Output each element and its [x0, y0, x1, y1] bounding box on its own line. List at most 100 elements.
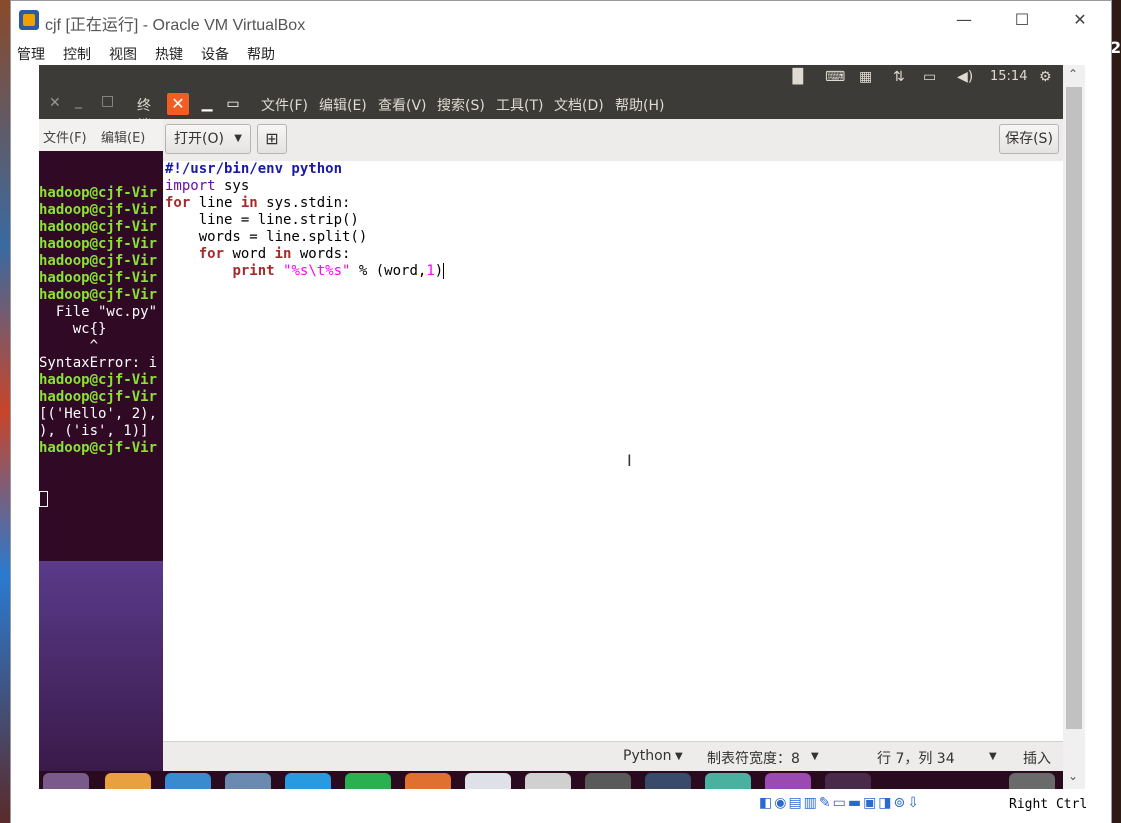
dock-icon-help[interactable] — [525, 773, 571, 789]
menu-view[interactable]: 视图 — [109, 44, 137, 64]
code-line-2: import sys — [165, 178, 250, 194]
menu-hotkeys[interactable]: 热键 — [155, 44, 183, 64]
gedit-menu-tools[interactable]: 工具(T) — [496, 95, 543, 115]
dock-icon-dash[interactable] — [43, 773, 89, 789]
dock-icon-impress[interactable] — [405, 773, 451, 789]
dock-icon-files[interactable] — [105, 773, 151, 789]
chevron-down-icon: ▼ — [234, 133, 242, 144]
network-icon[interactable]: ⇅ — [893, 69, 905, 85]
gedit-maximize-icon[interactable]: ▭ — [223, 94, 243, 114]
input-method-icon[interactable]: ▐▌ — [787, 69, 809, 85]
vertical-scrollbar[interactable]: ⌃ ⌄ — [1063, 65, 1085, 789]
gedit-statusbar: Python ▼ 制表符宽度：8 ▼ 行 7，列 34 ▼ 插入 — [163, 741, 1063, 772]
terminal-close-icon[interactable]: ✕ — [49, 95, 61, 111]
tab-width-chevron-icon: ▼ — [811, 751, 819, 762]
gedit-window: ✕ ▁ ▭ 文件(F) 编辑(E) 查看(V) 搜索(S) 工具(T) 文档(D… — [163, 89, 1063, 772]
calendar-icon[interactable]: ▦ — [859, 69, 872, 85]
terminal-line: SyntaxError: i — [39, 355, 158, 371]
menu-devices[interactable]: 设备 — [201, 44, 229, 64]
menu-help[interactable]: 帮助 — [247, 44, 275, 64]
gedit-menu-search[interactable]: 搜索(S) — [437, 95, 485, 115]
minimize-button[interactable]: — — [941, 9, 987, 33]
insert-mode: 插入 — [1023, 751, 1051, 767]
device-status-icons[interactable]: ◧◉▤▥✎▭▬▣◨⊚⇩ — [759, 795, 921, 811]
gedit-menu-file[interactable]: 文件(F) — [261, 95, 308, 115]
dock-icon-settings[interactable] — [585, 773, 631, 789]
position-chevron-icon[interactable]: ▼ — [989, 751, 997, 762]
terminal-titlebar: ✕ _ □ 终端 — [39, 89, 163, 134]
keyboard-icon[interactable]: ⌨ — [825, 69, 845, 85]
maximize-button[interactable]: ☐ — [999, 9, 1045, 33]
dock-icon-gedit[interactable] — [705, 773, 751, 789]
dock-icon-firefox[interactable] — [165, 773, 211, 789]
host-key-label: Right Ctrl — [1009, 797, 1088, 812]
dock-icon-app2[interactable] — [765, 773, 811, 789]
virtualbox-window: cjf [正在运行] - Oracle VM VirtualBox — ☐ ✕ … — [10, 0, 1112, 823]
dock-icon-app[interactable] — [225, 773, 271, 789]
terminal-line: hadoop@cjf-Vir — [39, 287, 158, 303]
guest-screen[interactable]: ▐▌ ⌨ ▦ ⇅ ▭ ◀) 15:14 ⚙ ✕ _ □ 终端 文件(F) 编辑(… — [39, 65, 1063, 789]
terminal-line: ), ('is', 1)] — [39, 423, 149, 439]
scroll-up-icon[interactable]: ⌃ — [1068, 67, 1078, 81]
tab-width-selector[interactable]: 制表符宽度：8 — [707, 748, 800, 768]
dock-icon-terminal[interactable] — [645, 773, 691, 789]
terminal-menubar: 文件(F) 编辑(E) — [39, 119, 163, 151]
ubuntu-top-panel: ▐▌ ⌨ ▦ ⇅ ▭ ◀) 15:14 ⚙ — [39, 65, 1063, 89]
gedit-menu-documents[interactable]: 文档(D) — [554, 95, 604, 115]
terminal-line: hadoop@cjf-Vir — [39, 185, 158, 201]
save-button[interactable]: 保存(S) — [999, 124, 1059, 154]
open-button-label: 打开(O) — [174, 131, 224, 147]
dock-icon-trash[interactable] — [1009, 773, 1055, 789]
terminal-minimize-icon[interactable]: _ — [75, 93, 82, 109]
cursor-position: 行 7，列 34 — [877, 751, 955, 767]
code-line-1: #!/usr/bin/env python — [165, 161, 343, 177]
close-button[interactable]: ✕ — [1057, 9, 1103, 33]
terminal-line: hadoop@cjf-Vir — [39, 236, 158, 252]
gedit-minimize-icon[interactable]: ▁ — [197, 94, 217, 114]
terminal-body[interactable]: hadoop@cjf-Vir hadoop@cjf-Vir hadoop@cjf-V… — [39, 151, 163, 561]
battery-icon[interactable]: ▭ — [923, 69, 936, 85]
terminal-line: [('Hello', 2), — [39, 406, 158, 422]
text-caret — [443, 263, 445, 279]
terminal-line: hadoop@cjf-Vir — [39, 372, 158, 388]
language-selector[interactable]: Python — [623, 748, 672, 764]
terminal-line: ^ — [39, 338, 99, 354]
gedit-menu-help[interactable]: 帮助(H) — [615, 95, 664, 115]
settings-gear-icon[interactable]: ⚙ — [1039, 69, 1052, 85]
gedit-menu-edit[interactable]: 编辑(E) — [319, 95, 367, 115]
terminal-line: File "wc.py" — [39, 304, 158, 320]
gedit-close-icon[interactable]: ✕ — [167, 93, 189, 115]
code-line-4: line = line.strip() — [165, 212, 359, 228]
terminal-maximize-icon[interactable]: □ — [101, 93, 114, 109]
menu-manage[interactable]: 管理 — [17, 44, 45, 64]
terminal-line: wc{} — [39, 321, 107, 337]
scrollbar-thumb[interactable] — [1066, 87, 1082, 729]
open-button[interactable]: 打开(O) ▼ — [165, 124, 251, 154]
terminal-line: hadoop@cjf-Vir — [39, 389, 158, 405]
menu-control[interactable]: 控制 — [63, 44, 91, 64]
terminal-line: hadoop@cjf-Vir — [39, 219, 158, 235]
code-editor[interactable]: #!/usr/bin/env python import sys for lin… — [163, 161, 1063, 741]
gedit-menu-view[interactable]: 查看(V) — [378, 95, 427, 115]
clock[interactable]: 15:14 — [990, 69, 1027, 84]
code-line-3: for line in sys.stdin: — [165, 195, 351, 211]
code-line-5: words = line.split() — [165, 229, 368, 245]
terminal-menu-file[interactable]: 文件(F) — [43, 127, 87, 146]
window-titlebar: cjf [正在运行] - Oracle VM VirtualBox — ☐ ✕ — [11, 1, 1111, 39]
terminal-line: hadoop@cjf-Vir — [39, 253, 158, 269]
window-title: cjf [正在运行] - Oracle VM VirtualBox — [45, 17, 306, 34]
scroll-down-icon[interactable]: ⌄ — [1068, 769, 1078, 783]
terminal-menu-edit[interactable]: 编辑(E) — [101, 127, 145, 146]
volume-icon[interactable]: ◀) — [957, 69, 973, 85]
guest-desktop-wallpaper — [39, 561, 163, 771]
dock-icon-software[interactable] — [465, 773, 511, 789]
virtualbox-app-icon — [19, 10, 39, 30]
dock-icon-app3[interactable] — [825, 773, 871, 789]
terminal-line: hadoop@cjf-Vir — [39, 202, 158, 218]
dock-icon-writer[interactable] — [285, 773, 331, 789]
new-document-icon[interactable]: ⊞ — [257, 124, 287, 154]
terminal-output: hadoop@cjf-Vir hadoop@cjf-Vir hadoop@cjf-V… — [39, 185, 163, 457]
code-line-6: for word in words: — [198, 246, 351, 262]
dock-icon-calc[interactable] — [345, 773, 391, 789]
terminal-line: hadoop@cjf-Vir — [39, 270, 158, 286]
